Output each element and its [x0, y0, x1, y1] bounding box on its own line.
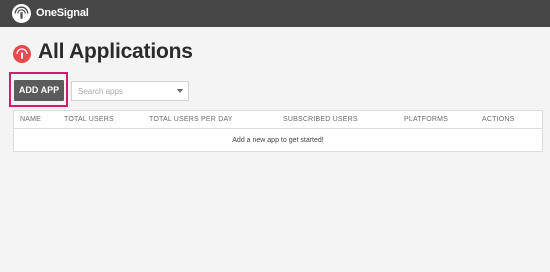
brand-name: OneSignal [36, 7, 89, 19]
table-header: NAME TOTAL USERS TOTAL USERS PER DAY SUB… [14, 111, 542, 129]
onesignal-logo-icon[interactable] [12, 4, 31, 23]
apps-table: NAME TOTAL USERS TOTAL USERS PER DAY SUB… [13, 110, 543, 152]
top-nav-bar: OneSignal [0, 0, 550, 27]
search-apps-input[interactable] [72, 82, 172, 100]
column-header-name[interactable]: NAME [20, 116, 41, 123]
column-header-subscribed-users[interactable]: SUBSCRIBED USERS [283, 116, 358, 123]
add-app-button[interactable]: ADD APP [14, 80, 64, 101]
search-apps-dropdown[interactable] [71, 81, 189, 101]
empty-state-message: Add a new app to get started! [232, 137, 324, 144]
column-header-total-users-per-day[interactable]: TOTAL USERS PER DAY [149, 116, 233, 123]
chevron-down-icon[interactable] [177, 89, 183, 93]
column-header-actions[interactable]: ACTIONS [482, 116, 515, 123]
onesignal-app-icon [13, 45, 31, 63]
column-header-total-users[interactable]: TOTAL USERS [64, 116, 114, 123]
page-title: All Applications [38, 40, 193, 63]
column-header-platforms[interactable]: PLATFORMS [404, 116, 448, 123]
